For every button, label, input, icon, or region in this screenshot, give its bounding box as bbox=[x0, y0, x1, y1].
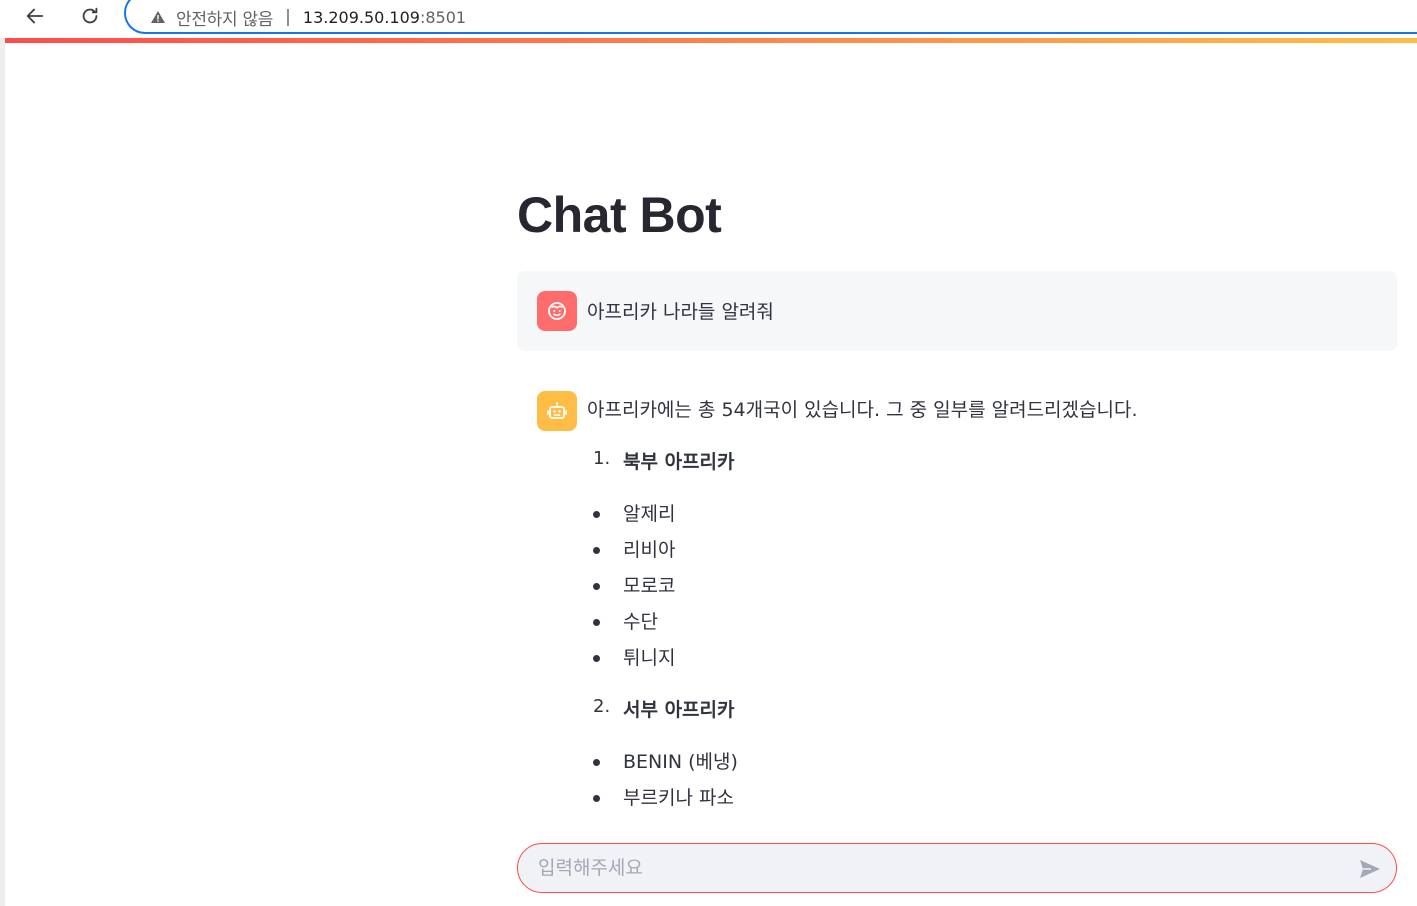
section-heading: 서부 아프리카 bbox=[623, 699, 735, 721]
chat-input-container bbox=[517, 843, 1397, 893]
bullet-icon bbox=[593, 547, 600, 554]
user-chat-message: 아프리카 나라들 알려줘 bbox=[517, 271, 1397, 351]
bullet-icon bbox=[593, 795, 600, 802]
bullet-icon bbox=[593, 759, 600, 766]
reload-button[interactable] bbox=[75, 4, 105, 28]
list-item-text: 튀니지 bbox=[623, 647, 676, 669]
insecure-label: 안전하지 않음 bbox=[176, 9, 274, 30]
list-item-text: 부르키나 파소 bbox=[623, 787, 734, 809]
url-port: :8501 bbox=[419, 7, 467, 27]
warning-icon bbox=[151, 11, 165, 23]
section-heading: 북부 아프리카 bbox=[623, 451, 735, 473]
assistant-chat-message: 아프리카에는 총 54개국이 있습니다. 그 중 일부를 알려드리겠습니다. 1… bbox=[517, 371, 1397, 831]
browser-toolbar: 안전하지 않음 | 13.209.50.109 :8501 bbox=[0, 0, 1417, 38]
list-item-text: 알제리 bbox=[623, 503, 676, 525]
list-item-text: 리비아 bbox=[623, 539, 676, 561]
scroll-fade bbox=[517, 820, 1397, 840]
address-bar[interactable]: 안전하지 않음 | 13.209.50.109 :8501 bbox=[124, 0, 1417, 34]
url-host: 13.209.50.109 bbox=[302, 7, 420, 27]
user-avatar bbox=[537, 291, 577, 331]
window-edge bbox=[0, 38, 5, 906]
list-item-text: BENIN (베냉) bbox=[623, 751, 738, 773]
reload-icon bbox=[82, 7, 98, 24]
bullet-icon bbox=[593, 619, 600, 626]
page-title: Chat Bot bbox=[517, 187, 722, 243]
list-item-text: 모로코 bbox=[623, 575, 676, 597]
url-separator: | bbox=[285, 7, 291, 27]
bullet-icon bbox=[593, 511, 600, 518]
list-item-text: 수단 bbox=[623, 611, 658, 633]
face-icon bbox=[548, 302, 566, 320]
header-decoration-stripe bbox=[5, 38, 1417, 43]
chat-input[interactable] bbox=[538, 844, 1338, 892]
bullet-icon bbox=[593, 583, 600, 590]
send-icon bbox=[1360, 860, 1380, 878]
arrow-left-icon bbox=[26, 8, 44, 24]
send-button[interactable] bbox=[1356, 855, 1384, 883]
ordered-list-number: 2. bbox=[593, 696, 611, 717]
bullet-icon bbox=[593, 655, 600, 662]
assistant-intro-text: 아프리카에는 총 54개국이 있습니다. 그 중 일부를 알려드리겠습니다. bbox=[587, 399, 1138, 421]
back-button[interactable] bbox=[20, 4, 50, 28]
user-message-text: 아프리카 나라들 알려줘 bbox=[587, 301, 774, 323]
ordered-list-number: 1. bbox=[593, 448, 611, 469]
